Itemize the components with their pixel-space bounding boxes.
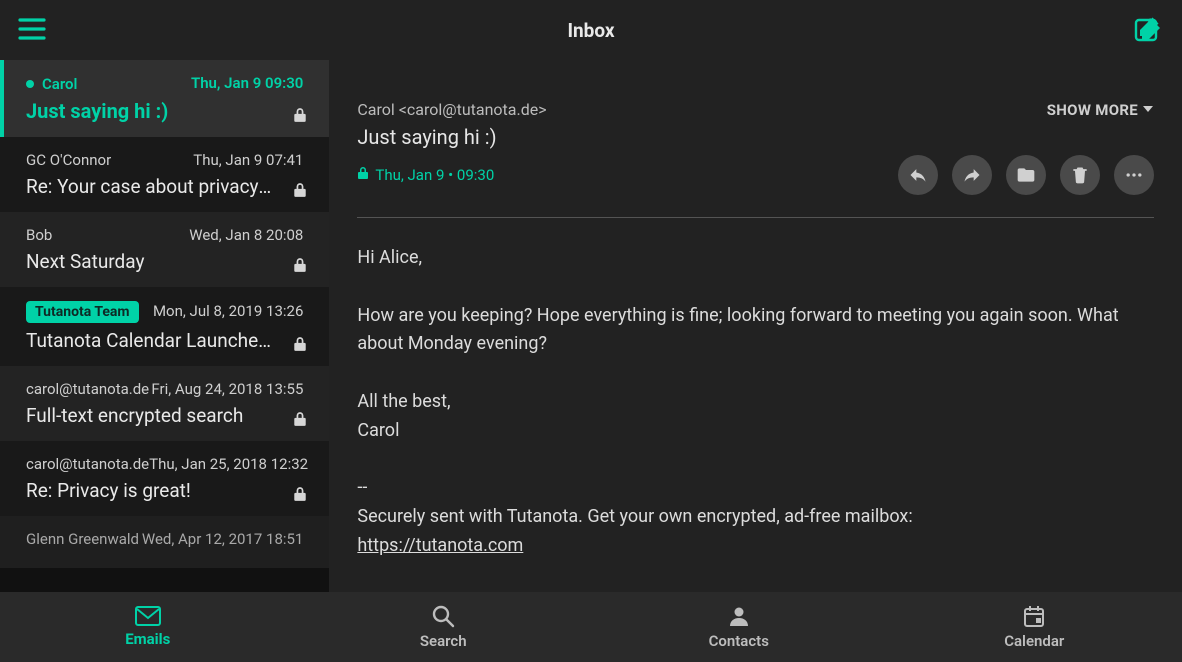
email-sender-text: carol@tutanota.de	[26, 455, 149, 473]
email-sender: Glenn Greenwald	[26, 530, 139, 548]
email-list-item[interactable]: Glenn GreenwaldWed, Apr 12, 2017 18:51	[0, 516, 329, 568]
forward-button[interactable]	[952, 155, 992, 195]
email-subject: Next Saturday	[26, 250, 303, 273]
email-subject: Full-text encrypted search	[26, 404, 303, 427]
person-icon	[727, 604, 751, 628]
nav-label: Calendar	[1004, 632, 1064, 650]
email-sender: carol@tutanota.de	[26, 455, 149, 473]
email-body: Hi Alice, How are you keeping? Hope ever…	[357, 244, 1154, 561]
nav-label: Emails	[125, 630, 170, 648]
email-subject: Tutanota Calendar Launched / s.…	[26, 329, 303, 352]
search-icon	[431, 604, 455, 628]
email-sender-text: GC O'Connor	[26, 151, 111, 169]
email-sender-text: Bob	[26, 226, 52, 244]
nav-label: Search	[420, 632, 467, 650]
lock-icon	[293, 182, 307, 198]
main-area: Carol Thu, Jan 9 09:30 Just saying hi :) GC…	[0, 60, 1182, 592]
detail-from: Carol <carol@tutanota.de>	[357, 100, 546, 119]
hamburger-menu-button[interactable]	[18, 18, 46, 40]
show-more-button[interactable]: SHOW MORE	[1047, 101, 1154, 119]
sender-badge: Tutanota Team	[26, 301, 139, 323]
lock-icon	[293, 257, 307, 273]
app-header: Inbox	[0, 0, 1182, 60]
email-sender: carol@tutanota.de	[26, 380, 149, 398]
email-date: Thu, Jan 9 09:30	[191, 74, 303, 92]
email-list[interactable]: Carol Thu, Jan 9 09:30 Just saying hi :) GC…	[0, 60, 329, 592]
nav-calendar-button[interactable]: Calendar	[887, 592, 1182, 662]
page-title: Inbox	[567, 19, 614, 42]
unread-dot-icon	[26, 80, 34, 88]
email-date: Mon, Jul 8, 2019 13:26	[153, 302, 303, 320]
body-line: All the best,	[357, 391, 450, 412]
lock-icon	[293, 107, 307, 123]
email-date: Thu, Jan 9 07:41	[193, 151, 303, 169]
compose-button[interactable]	[1132, 14, 1164, 50]
email-subject: Re: Your case about privacy infrin…	[26, 175, 303, 198]
email-list-item[interactable]: Tutanota Team Mon, Jul 8, 2019 13:26 Tutan…	[0, 287, 329, 366]
email-list-item[interactable]: GC O'Connor Thu, Jan 9 07:41 Re: Your case…	[0, 137, 329, 212]
email-sender-text: carol@tutanota.de	[26, 380, 149, 398]
lock-icon	[357, 166, 369, 184]
lock-icon	[293, 486, 307, 502]
nav-person-button[interactable]: Contacts	[591, 592, 887, 662]
email-sender: Carol	[26, 75, 77, 93]
body-line: How are you keeping? Hope everything is …	[357, 305, 1123, 355]
email-date: Fri, Aug 24, 2018 13:55	[151, 380, 303, 398]
body-line: Securely sent with Tutanota. Get your ow…	[357, 506, 912, 527]
email-subject: Just saying hi :)	[26, 99, 303, 123]
body-line: --	[357, 477, 367, 498]
email-sender: Bob	[26, 226, 52, 244]
lock-icon	[293, 336, 307, 352]
email-subject: Re: Privacy is great!	[26, 479, 303, 502]
nav-search-button[interactable]: Search	[296, 592, 592, 662]
mail-icon	[135, 606, 161, 626]
email-sender-text: Carol	[42, 75, 77, 93]
email-list-item[interactable]: Carol Thu, Jan 9 09:30 Just saying hi :)	[0, 60, 329, 137]
email-list-item[interactable]: carol@tutanota.deThu, Jan 25, 2018 12:32…	[0, 441, 329, 516]
email-sender-text: Glenn Greenwald	[26, 530, 139, 548]
email-date: Thu, Jan 25, 2018 12:32	[149, 455, 308, 473]
bottom-nav: Emails Search Contacts Calendar	[0, 592, 1182, 662]
email-date: Wed, Jan 8 20:08	[189, 226, 303, 244]
body-line: Hi Alice,	[357, 247, 422, 268]
divider	[357, 217, 1154, 218]
email-sender: GC O'Connor	[26, 151, 111, 169]
body-link[interactable]: https://tutanota.com	[357, 535, 523, 556]
email-list-item[interactable]: Bob Wed, Jan 8 20:08 Next Saturday	[0, 212, 329, 287]
more-actions-button[interactable]	[1114, 155, 1154, 195]
detail-subject: Just saying hi :)	[357, 125, 1154, 149]
delete-button[interactable]	[1060, 155, 1100, 195]
body-line: Carol	[357, 420, 399, 441]
move-to-folder-button[interactable]	[1006, 155, 1046, 195]
detail-meta: Thu, Jan 9 • 09:30	[357, 166, 494, 184]
nav-mail-button[interactable]: Emails	[0, 592, 296, 662]
chevron-down-icon	[1142, 101, 1154, 119]
email-detail: Carol <carol@tutanota.de> SHOW MORE Just…	[329, 60, 1182, 592]
show-more-label: SHOW MORE	[1047, 101, 1138, 119]
email-date: Wed, Apr 12, 2017 18:51	[142, 530, 304, 548]
detail-date: Thu, Jan 9 • 09:30	[375, 166, 494, 184]
reply-button[interactable]	[898, 155, 938, 195]
nav-label: Contacts	[709, 632, 769, 650]
email-list-item[interactable]: carol@tutanota.deFri, Aug 24, 2018 13:55…	[0, 366, 329, 441]
email-sender: Tutanota Team	[26, 301, 139, 323]
calendar-icon	[1022, 604, 1046, 628]
lock-icon	[293, 411, 307, 427]
